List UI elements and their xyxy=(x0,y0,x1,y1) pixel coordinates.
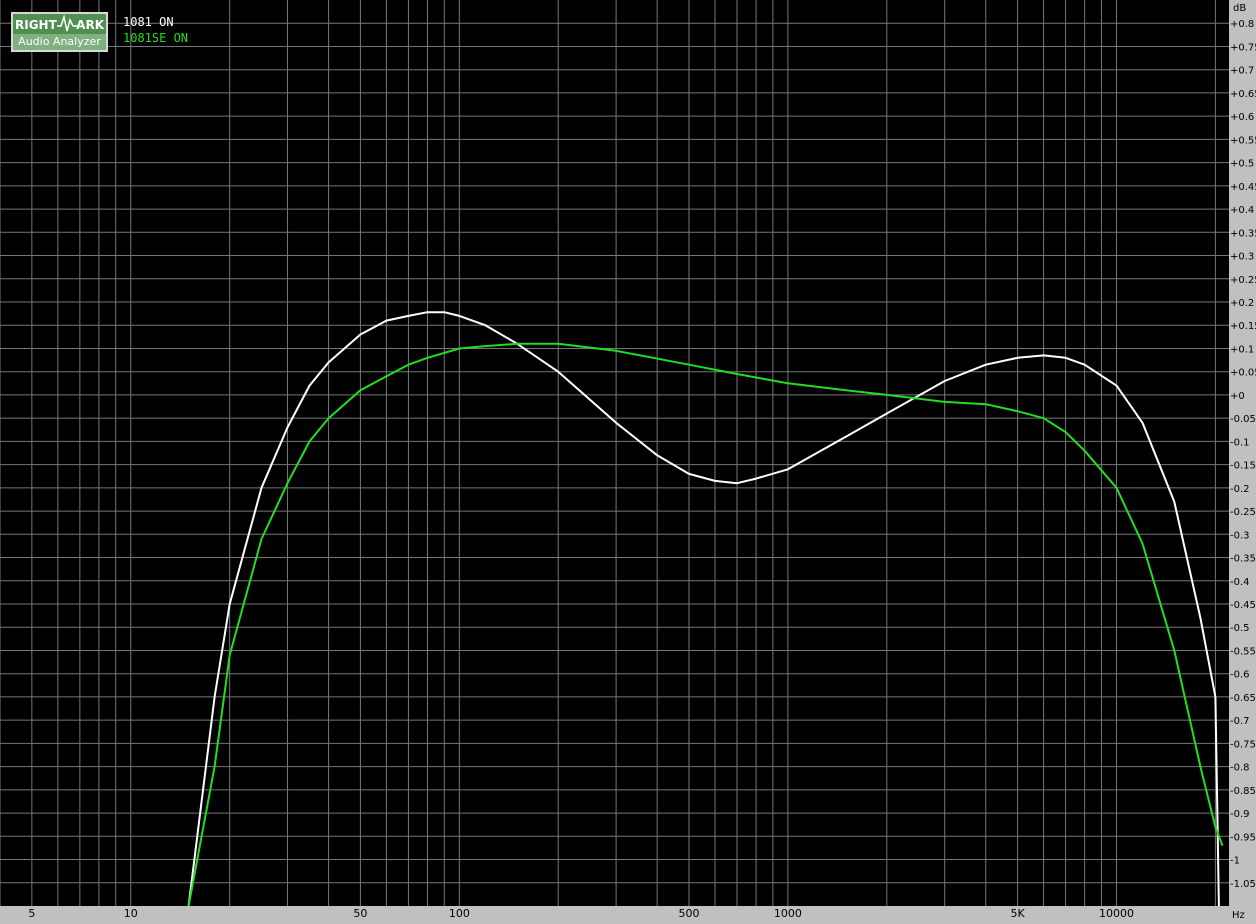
y-tick-label: +0 xyxy=(1230,391,1245,402)
y-axis-unit: dB xyxy=(1233,3,1246,14)
y-tick-label: +0.35 xyxy=(1230,228,1256,239)
y-tick-label: +0.25 xyxy=(1230,275,1256,286)
y-tick-label: +0.65 xyxy=(1230,89,1256,100)
y-tick-label: +0.55 xyxy=(1230,135,1256,146)
y-tick-label: -0.3 xyxy=(1230,530,1250,541)
y-tick-label: +0.7 xyxy=(1230,66,1254,77)
x-tick-label: 10000 xyxy=(1099,907,1134,920)
y-tick-label: -0.85 xyxy=(1230,786,1256,797)
y-tick-label: -0.6 xyxy=(1230,670,1250,681)
logo-word-ark: ARK xyxy=(76,18,104,32)
y-tick-label: +0.3 xyxy=(1230,252,1254,263)
y-tick-label: +0.45 xyxy=(1230,182,1256,193)
y-tick-label: -1 xyxy=(1230,856,1240,867)
y-tick-label: +0.15 xyxy=(1230,321,1256,332)
y-axis-tick-labels: +0.8 +0.75 +0.7 +0.65 +0.6 +0.55 +0.5 +0.45 +0.4… xyxy=(1230,19,1256,890)
y-tick-label: +0.05 xyxy=(1230,368,1256,379)
y-tick-label: -1.05 xyxy=(1230,879,1256,890)
y-tick-label: +0.5 xyxy=(1230,159,1254,170)
y-tick-label: -0.2 xyxy=(1230,484,1250,495)
logo-word-right: RIGHT xyxy=(15,18,57,32)
plot-area xyxy=(0,0,1229,906)
frequency-response-chart: +0.8+0.75+0.7+0.65+0.6+0.55+0.5+0.45+0.4… xyxy=(0,0,1256,921)
y-tick-label: +0.2 xyxy=(1230,298,1254,309)
y-tick-label: -0.75 xyxy=(1230,739,1256,750)
x-tick-label: 50 xyxy=(353,907,367,920)
x-tick-label: 10 xyxy=(124,907,138,920)
rightmark-logo: RIGHT ARK Audio Analyzer xyxy=(11,12,108,52)
y-tick-label: -0.05 xyxy=(1230,414,1256,425)
y-tick-label: -0.9 xyxy=(1230,809,1250,820)
y-tick-label: +0.8 xyxy=(1230,19,1254,30)
y-tick-label: -0.65 xyxy=(1230,693,1256,704)
y-tick-label: -0.8 xyxy=(1230,763,1250,774)
x-tick-label: 100 xyxy=(449,907,470,920)
y-tick-label: +0.1 xyxy=(1230,344,1254,355)
y-tick-label: -0.35 xyxy=(1230,554,1256,565)
legend-item-1081-on: 1081 ON xyxy=(123,15,174,29)
y-tick-label: -0.95 xyxy=(1230,832,1256,843)
y-tick-label: -0.55 xyxy=(1230,646,1256,657)
legend-item-1081se-on: 1081SE ON xyxy=(123,31,189,45)
x-tick-label: 5 xyxy=(28,907,35,920)
y-tick-label: -0.1 xyxy=(1230,437,1250,448)
y-tick-label: -0.25 xyxy=(1230,507,1256,518)
x-axis-tick-labels: 5 10 50 100 500 1000 5K 10000 xyxy=(28,907,1134,920)
y-tick-label: +0.6 xyxy=(1230,112,1254,123)
y-tick-label: -0.45 xyxy=(1230,600,1256,611)
x-tick-label: 5K xyxy=(1010,907,1025,920)
x-tick-label: 500 xyxy=(678,907,699,920)
logo-wave-icon xyxy=(57,14,79,32)
y-tick-label: -0.7 xyxy=(1230,716,1250,727)
y-tick-label: +0.4 xyxy=(1230,205,1254,216)
y-tick-label: +0.75 xyxy=(1230,42,1256,53)
y-tick-label: -0.4 xyxy=(1230,577,1250,588)
logo-subtitle: Audio Analyzer xyxy=(13,34,106,50)
y-tick-label: -0.15 xyxy=(1230,461,1256,472)
x-axis-unit: Hz xyxy=(1232,910,1245,921)
y-tick-label: -0.5 xyxy=(1230,623,1250,634)
x-tick-label: 1000 xyxy=(774,907,802,920)
